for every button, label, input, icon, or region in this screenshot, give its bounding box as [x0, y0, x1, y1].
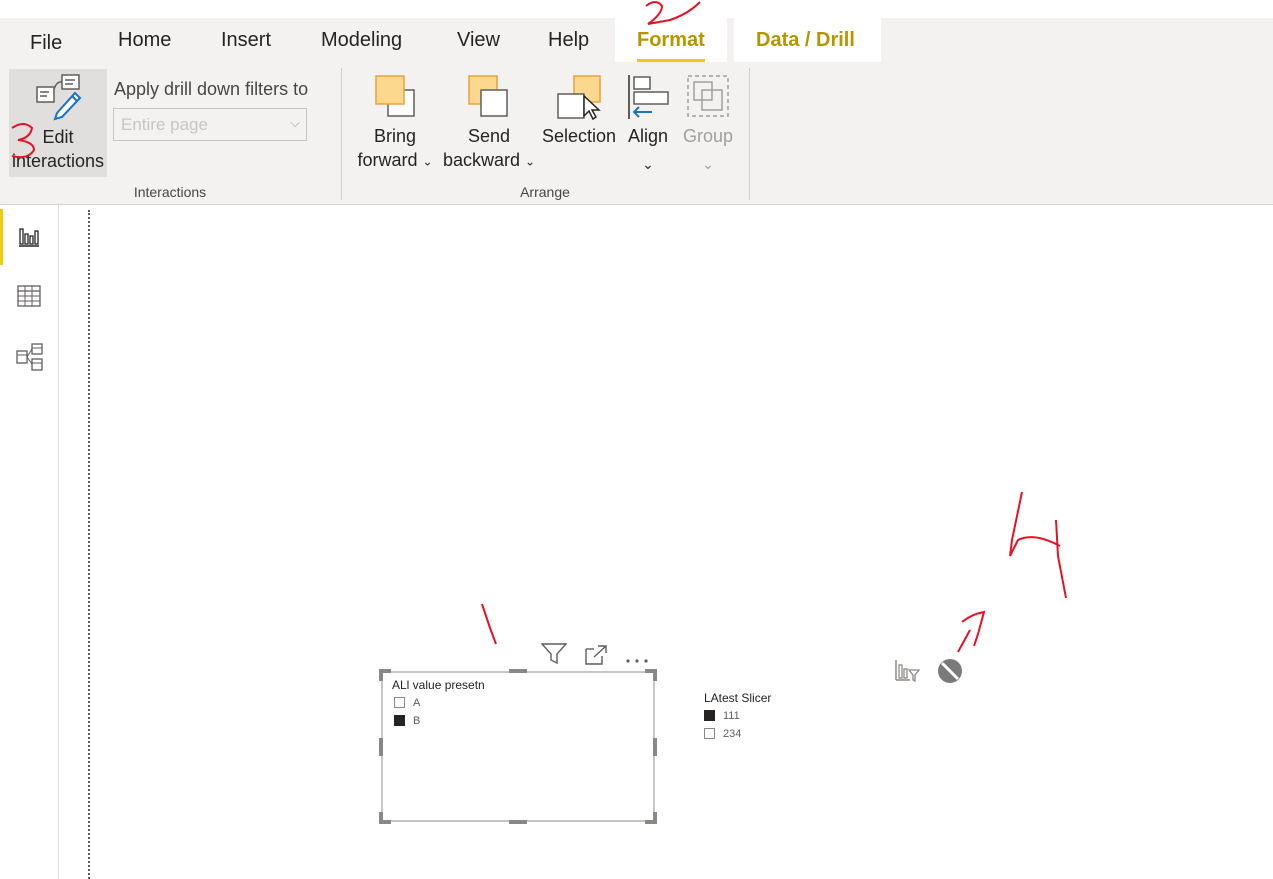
resize-handle[interactable]	[653, 812, 657, 824]
chevron-down-icon: ⌄	[422, 154, 433, 169]
tab-view[interactable]: View	[457, 29, 500, 52]
group-divider	[749, 68, 750, 200]
tab-insert[interactable]: Insert	[221, 29, 271, 52]
send-backward-icon	[467, 74, 511, 124]
edit-interactions-label-1: Edit	[42, 127, 74, 147]
bring-forward-button[interactable]: Bring forward ⌄	[352, 72, 438, 182]
arrange-group-label: Arrange	[520, 184, 570, 200]
slicer-checkbox-a[interactable]	[394, 697, 405, 708]
slicer-checkbox-234[interactable]	[704, 728, 715, 739]
resize-handle[interactable]	[653, 669, 657, 681]
filter-icon[interactable]	[540, 643, 568, 670]
slicer-visual-latest[interactable]: LAtest Slicer 111 234	[700, 688, 820, 748]
view-switcher-rail	[0, 205, 59, 879]
slicer-title: ALl value presetn	[392, 678, 485, 692]
resize-handle[interactable]	[379, 738, 383, 756]
drill-filters-label: Apply drill down filters to	[114, 79, 309, 99]
send-backward-button[interactable]: Send backward ⌄	[440, 72, 538, 182]
group-label: Group	[682, 126, 734, 146]
send-backward-label-1: Send	[467, 126, 511, 146]
report-view-button[interactable]	[0, 207, 58, 265]
resize-handle[interactable]	[379, 669, 383, 681]
slicer-option-111: 111	[723, 710, 740, 722]
tab-format[interactable]: Format	[615, 18, 727, 62]
tab-format-label: Format	[637, 29, 705, 51]
bar-chart-icon	[18, 225, 40, 252]
resize-handle[interactable]	[509, 669, 527, 673]
bring-forward-label-2: forward ⌄	[357, 150, 433, 170]
chevron-down-icon: ⌄	[642, 156, 654, 172]
title-strip	[0, 0, 1273, 18]
tab-modeling[interactable]: Modeling	[321, 29, 402, 52]
slicer-visual-selected[interactable]: ALl value presetn A B	[381, 671, 655, 822]
group-button[interactable]: Group ⌄	[680, 72, 736, 182]
focus-mode-icon[interactable]	[585, 645, 607, 670]
edit-interactions-icon	[35, 73, 83, 121]
drill-filters-select[interactable]: Entire page ⌵	[113, 108, 307, 141]
slicer-option-234: 234	[723, 728, 742, 740]
edit-interactions-label-2: interactions	[11, 151, 105, 171]
slicer-option-b: B	[413, 715, 421, 727]
bring-forward-icon	[374, 74, 418, 124]
tab-file[interactable]: File	[30, 32, 62, 55]
group-icon	[686, 74, 730, 124]
tab-data-drill[interactable]: Data / Drill	[734, 18, 881, 62]
send-backward-label-2: backward ⌄	[442, 150, 536, 170]
resize-handle[interactable]	[379, 812, 383, 824]
bring-forward-label-1: Bring	[373, 126, 417, 146]
slicer-checkbox-111[interactable]	[704, 710, 715, 721]
model-icon	[16, 343, 44, 376]
chevron-down-icon: ⌵	[290, 115, 300, 130]
selection-button[interactable]: Selection	[540, 72, 618, 182]
resize-handle[interactable]	[509, 820, 527, 824]
align-button[interactable]: Align ⌄	[620, 72, 676, 182]
chevron-down-icon: ⌄	[702, 156, 714, 172]
tab-home[interactable]: Home	[118, 29, 171, 52]
selection-pane-icon	[556, 74, 604, 126]
tab-help[interactable]: Help	[548, 29, 589, 52]
slicer-title: LAtest Slicer	[704, 691, 772, 705]
ribbon-tab-bar: File Home Insert Modeling View Help Form…	[0, 0, 1273, 62]
page-boundary	[88, 210, 90, 879]
align-label: Align	[627, 126, 669, 146]
slicer-checkbox-b[interactable]	[394, 715, 405, 726]
group-divider	[341, 68, 342, 200]
more-options-icon[interactable]	[625, 651, 649, 669]
table-icon	[17, 285, 41, 312]
selection-label: Selection	[541, 126, 617, 146]
ribbon: Edit interactions Apply drill down filte…	[0, 62, 1273, 205]
drill-filters-value: Entire page	[121, 115, 208, 134]
annotation-4	[1009, 491, 1067, 599]
annotation-1	[481, 603, 497, 645]
data-view-button[interactable]	[0, 267, 58, 323]
model-view-button[interactable]	[0, 327, 58, 383]
edit-interactions-button[interactable]: Edit interactions	[9, 69, 107, 177]
slicer-option-a: A	[413, 697, 421, 709]
none-interaction-icon[interactable]	[937, 658, 963, 689]
annotation-7	[957, 610, 986, 653]
interactions-group-label: Interactions	[133, 184, 207, 200]
chevron-down-icon: ⌄	[525, 154, 536, 169]
resize-handle[interactable]	[653, 738, 657, 756]
filter-interaction-icon[interactable]	[895, 659, 921, 688]
align-icon	[626, 74, 672, 126]
